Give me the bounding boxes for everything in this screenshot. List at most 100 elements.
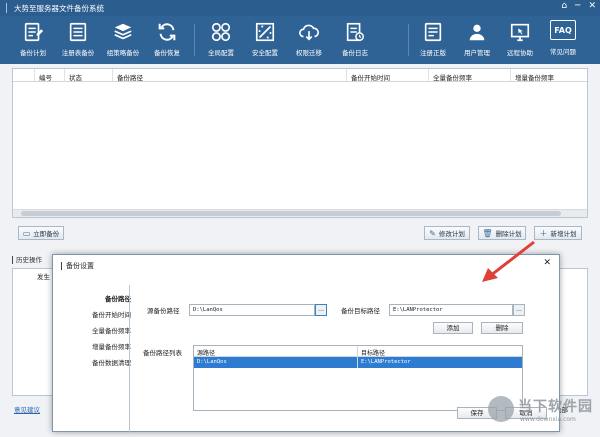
permission-migrate-icon: [297, 20, 321, 44]
watermark: 当下软件园 www.downxia.com: [488, 392, 596, 432]
column-header[interactable]: 备份开始时间: [347, 69, 429, 82]
toolbar-label: 权限迁移: [296, 49, 322, 57]
toolbar-label: 备份计划: [20, 49, 46, 57]
table-header: 编号 状态 备份路径 备份开始时间 全量备份频率 增量备份频率: [13, 69, 587, 82]
toolbar-label: 备份恢复: [154, 49, 180, 57]
history-column-header: 发生: [37, 273, 50, 281]
source-browse-button[interactable]: …: [315, 304, 327, 316]
nav-start-time[interactable]: 备份开始时间: [63, 307, 131, 323]
register-icon: [421, 20, 445, 44]
toolbar-label: 常见问题: [550, 48, 576, 56]
toolbar-security-config[interactable]: 安全配置: [242, 20, 288, 57]
toolbar-label: 备份日志: [342, 49, 368, 57]
backup-plan-icon: [21, 20, 45, 44]
toolbar-registry-backup[interactable]: 注册表备份: [55, 20, 101, 57]
column-header[interactable]: 备份路径: [113, 69, 347, 82]
horizontal-scrollbar[interactable]: [13, 209, 587, 217]
toolbar-label: 用户管理: [464, 49, 490, 57]
nav-full-frequency[interactable]: 全量备份频率: [63, 323, 131, 339]
toolbar-label: 全局配置: [208, 49, 234, 57]
toolbar-user-manage[interactable]: 用户管理: [454, 20, 500, 57]
trash-icon: 🗑: [482, 228, 493, 238]
edit-icon: ✎: [429, 228, 436, 238]
path-list-table: 源路径 目标路径 D:\LanQos E:\LANProtector: [193, 345, 523, 411]
backup-plan-table: 编号 状态 备份路径 备份开始时间 全量备份频率 增量备份频率: [12, 68, 588, 218]
button-label: 新增计划: [550, 230, 577, 238]
toolbar-remote-assist[interactable]: 远程协助: [497, 20, 543, 57]
toolbar-faq[interactable]: FAQ 常见问题: [540, 20, 586, 56]
toolbar-backup-plan[interactable]: 备份计划: [10, 20, 56, 57]
watermark-url: www.downxia.com: [520, 416, 576, 423]
watermark-logo-icon: [488, 396, 514, 422]
settings-nav: 备份路径 备份开始时间 全量备份频率 增量备份频率 备份数据清理: [63, 291, 131, 371]
backup-now-button[interactable]: ▭ 立即备份: [18, 226, 64, 240]
column-header[interactable]: 编号: [35, 69, 65, 82]
button-label: 删除计划: [495, 230, 522, 238]
target-path-field[interactable]: E:\LANProtector: [389, 304, 513, 316]
toolbar-divider: [408, 24, 409, 56]
title-marker: [61, 262, 62, 270]
registry-backup-icon: [66, 20, 90, 44]
modify-plan-button[interactable]: ✎ 修改计划: [424, 226, 470, 240]
source-path-label: 源备份路径: [147, 307, 180, 315]
nav-incremental-frequency[interactable]: 增量备份频率: [63, 339, 131, 355]
minimize-button[interactable]: ─: [575, 1, 580, 11]
path-list-label: 备份路径列表: [143, 349, 182, 357]
toolbar-backup-restore[interactable]: 备份恢复: [144, 20, 190, 57]
button-label: 立即备份: [33, 230, 60, 238]
remote-assist-icon: [508, 20, 532, 44]
history-label: 历史操作: [16, 256, 42, 264]
backup-now-icon: ▭: [22, 228, 31, 238]
toolbar-label: 组策略备份: [106, 49, 140, 57]
annotation-arrow: [482, 240, 535, 282]
toolbar-label: 安全配置: [252, 49, 278, 57]
column-header[interactable]: 状态: [65, 69, 113, 82]
toolbar-divider: [194, 24, 195, 56]
nav-backup-path[interactable]: 备份路径: [63, 291, 131, 307]
toolbar-global-config[interactable]: 全局配置: [198, 20, 244, 57]
column-header: 目标路径: [361, 350, 386, 357]
new-plan-button[interactable]: ＋新增计划: [534, 226, 582, 240]
toolbar-permission-migrate[interactable]: 权限迁移: [286, 20, 332, 57]
source-path-field[interactable]: D:\LanQos: [189, 304, 315, 316]
column-header[interactable]: 全量备份频率: [429, 69, 511, 82]
backup-log-icon: [343, 20, 367, 44]
toolbar-register[interactable]: 注册正版: [410, 20, 456, 57]
table-row[interactable]: D:\LanQos E:\LANProtector: [194, 357, 522, 368]
history-marker: [12, 256, 13, 264]
close-button[interactable]: ✕: [588, 1, 596, 11]
window-title: 大势至服务器文件备份系统: [14, 4, 104, 13]
toolbar-group-policy-backup[interactable]: 组策略备份: [100, 20, 146, 57]
dialog-divider: [129, 285, 130, 433]
toolbar-label: 远程协助: [507, 49, 533, 57]
scrollbar-thumb[interactable]: [21, 211, 561, 216]
faq-icon: FAQ: [550, 20, 576, 40]
title-bar: 大势至服务器文件备份系统 ⌂ ─ ✕: [0, 0, 600, 16]
column-header: 源路径: [194, 346, 358, 357]
backup-restore-icon: [155, 20, 179, 44]
plus-icon: ＋: [539, 228, 548, 238]
column-header[interactable]: 增量备份频率: [511, 69, 587, 82]
window-controls: ⌂ ─ ✕: [561, 1, 596, 11]
column-header-blank: [13, 69, 35, 81]
toolbar-backup-log[interactable]: 备份日志: [332, 20, 378, 57]
faq-icon-text: FAQ: [554, 25, 572, 35]
dialog-title: 备份设置: [61, 261, 94, 271]
title-divider: [6, 3, 7, 13]
row-source-path: D:\LanQos: [194, 357, 358, 368]
dialog-close-button[interactable]: ✕: [543, 258, 551, 268]
toolbar-label: 注册表备份: [61, 49, 95, 57]
dialog-title-text: 备份设置: [66, 262, 94, 270]
security-config-icon: [253, 20, 277, 44]
group-policy-backup-icon: [111, 20, 135, 44]
toolbar-label: 注册正版: [420, 49, 446, 57]
watermark-text: 当下软件园: [518, 399, 593, 415]
add-button[interactable]: 添加: [433, 322, 473, 334]
target-browse-button[interactable]: …: [513, 304, 525, 316]
feedback-link[interactable]: 意见建议: [14, 404, 40, 414]
home-icon[interactable]: ⌂: [561, 1, 567, 11]
row-target-path: E:\LANProtector: [361, 359, 411, 365]
nav-data-cleanup[interactable]: 备份数据清理: [63, 355, 131, 371]
delete-button[interactable]: 删除: [481, 322, 523, 334]
global-config-icon: [209, 20, 233, 44]
